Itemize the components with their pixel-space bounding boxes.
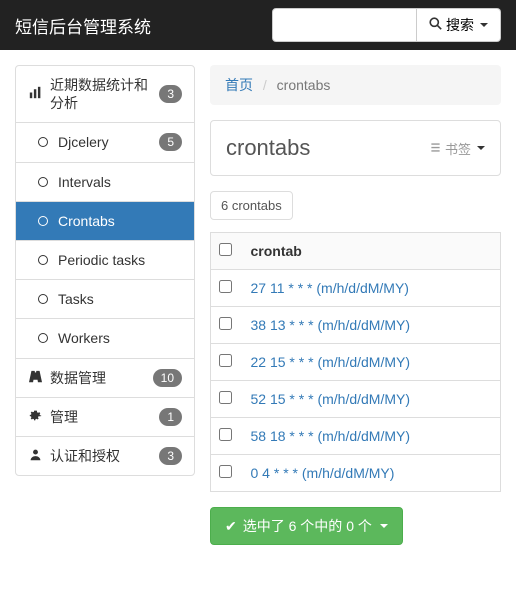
search-label: 搜索	[446, 15, 474, 35]
sidebar-badge: 3	[159, 85, 182, 103]
sidebar-badge: 3	[159, 447, 182, 465]
sidebar-item-label: 管理	[50, 408, 151, 426]
sidebar-item-label: Workers	[58, 329, 182, 347]
selection-button[interactable]: ✔ 选中了 6 个中的 0 个	[210, 507, 403, 545]
road-icon	[28, 370, 42, 386]
circle-icon	[36, 174, 50, 190]
breadcrumb-separator: /	[257, 77, 273, 93]
sidebar-item-label: Periodic tasks	[58, 251, 182, 269]
crontab-link[interactable]: 52 15 * * * (m/h/d/dM/MY)	[251, 391, 411, 407]
sidebar-item-label: Intervals	[58, 173, 182, 191]
sidebar-badge: 10	[153, 369, 182, 387]
select-all-checkbox[interactable]	[219, 243, 232, 256]
gear-icon	[28, 409, 42, 425]
sidebar-item-label: Djcelery	[58, 133, 151, 151]
table-row: 38 13 * * * (m/h/d/dM/MY)	[211, 307, 501, 344]
page-title: crontabs	[226, 135, 310, 161]
brand-title: 短信后台管理系统	[15, 13, 151, 38]
sidebar-item-label: 近期数据统计和分析	[50, 76, 151, 112]
sidebar-item-5[interactable]: Tasks	[16, 280, 194, 319]
crontab-link[interactable]: 38 13 * * * (m/h/d/dM/MY)	[251, 317, 411, 333]
bookmark-label: 书签	[445, 139, 471, 158]
sidebar-item-6[interactable]: Workers	[16, 319, 194, 358]
row-cell: 27 11 * * * (m/h/d/dM/MY)	[243, 270, 501, 307]
check-icon: ✔	[225, 518, 237, 535]
row-checkbox-cell	[211, 418, 243, 455]
sidebar-item-9[interactable]: 认证和授权 3	[16, 437, 194, 475]
caret-down-icon	[380, 524, 388, 528]
count-badge: 6 crontabs	[210, 191, 293, 220]
caret-down-icon	[477, 146, 485, 150]
bar-icon	[28, 86, 42, 102]
crontab-link[interactable]: 22 15 * * * (m/h/d/dM/MY)	[251, 354, 411, 370]
row-checkbox-cell	[211, 344, 243, 381]
circle-icon	[36, 330, 50, 346]
row-cell: 0 4 * * * (m/h/d/dM/MY)	[243, 455, 501, 492]
breadcrumb-current: crontabs	[277, 77, 331, 93]
selection-label: 选中了 6 个中的 0 个	[243, 516, 372, 536]
row-checkbox[interactable]	[219, 428, 232, 441]
row-cell: 22 15 * * * (m/h/d/dM/MY)	[243, 344, 501, 381]
sidebar-item-3[interactable]: Crontabs	[16, 202, 194, 241]
crontab-link[interactable]: 0 4 * * * (m/h/d/dM/MY)	[251, 465, 395, 481]
sidebar-item-2[interactable]: Intervals	[16, 163, 194, 202]
table-row: 0 4 * * * (m/h/d/dM/MY)	[211, 455, 501, 492]
select-all-header	[211, 233, 243, 270]
bookmark-toggle[interactable]: 书签	[430, 139, 485, 158]
row-checkbox[interactable]	[219, 317, 232, 330]
table-row: 52 15 * * * (m/h/d/dM/MY)	[211, 381, 501, 418]
row-checkbox[interactable]	[219, 465, 232, 478]
crontab-link[interactable]: 58 18 * * * (m/h/d/dM/MY)	[251, 428, 411, 444]
crontab-table: crontab 27 11 * * * (m/h/d/dM/MY) 38 13 *…	[210, 232, 501, 492]
row-checkbox[interactable]	[219, 280, 232, 293]
search-button[interactable]: 搜索	[417, 8, 501, 42]
row-checkbox-cell	[211, 381, 243, 418]
sidebar-item-7[interactable]: 数据管理 10	[16, 359, 194, 398]
row-checkbox[interactable]	[219, 391, 232, 404]
sidebar-item-4[interactable]: Periodic tasks	[16, 241, 194, 280]
row-checkbox-cell	[211, 270, 243, 307]
sidebar-item-0[interactable]: 近期数据统计和分析 3	[16, 66, 194, 123]
search-icon	[429, 17, 442, 33]
circle-icon	[36, 252, 50, 268]
row-checkbox[interactable]	[219, 354, 232, 367]
row-cell: 58 18 * * * (m/h/d/dM/MY)	[243, 418, 501, 455]
search-form: 搜索	[272, 8, 501, 42]
search-input[interactable]	[272, 8, 417, 42]
breadcrumb-home[interactable]: 首页	[225, 77, 253, 93]
row-checkbox-cell	[211, 307, 243, 344]
circle-icon	[36, 213, 50, 229]
caret-down-icon	[480, 23, 488, 27]
sidebar-item-8[interactable]: 管理 1	[16, 398, 194, 437]
main-content: 首页 / crontabs crontabs 书签 6 crontabs cro…	[210, 65, 501, 545]
crontab-link[interactable]: 27 11 * * * (m/h/d/dM/MY)	[251, 280, 409, 296]
column-header-crontab: crontab	[243, 233, 501, 270]
sidebar: 近期数据统计和分析 3 Djcelery 5 Intervals Crontabs Peri…	[15, 65, 195, 476]
table-row: 27 11 * * * (m/h/d/dM/MY)	[211, 270, 501, 307]
sidebar-badge: 1	[159, 408, 182, 426]
table-row: 22 15 * * * (m/h/d/dM/MY)	[211, 344, 501, 381]
sidebar-item-label: 数据管理	[50, 369, 145, 387]
user-icon	[28, 448, 42, 464]
sidebar-badge: 5	[159, 133, 182, 151]
circle-icon	[36, 291, 50, 307]
table-row: 58 18 * * * (m/h/d/dM/MY)	[211, 418, 501, 455]
sidebar-item-label: Tasks	[58, 290, 182, 308]
sidebar-item-label: Crontabs	[58, 212, 182, 230]
bookmark-icon	[430, 141, 441, 156]
navbar: 短信后台管理系统 搜索	[0, 0, 516, 50]
sidebar-item-label: 认证和授权	[50, 447, 151, 465]
circle-icon	[36, 134, 50, 150]
row-checkbox-cell	[211, 455, 243, 492]
row-cell: 38 13 * * * (m/h/d/dM/MY)	[243, 307, 501, 344]
row-cell: 52 15 * * * (m/h/d/dM/MY)	[243, 381, 501, 418]
sidebar-item-1[interactable]: Djcelery 5	[16, 123, 194, 162]
page-header: crontabs 书签	[210, 120, 501, 176]
breadcrumb: 首页 / crontabs	[210, 65, 501, 105]
